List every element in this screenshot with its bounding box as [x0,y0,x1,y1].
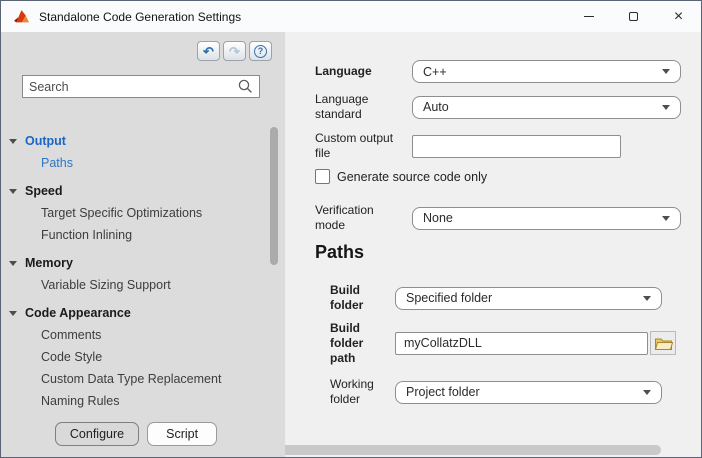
window-title: Standalone Code Generation Settings [39,10,566,24]
chevron-down-icon [662,216,670,221]
working-folder-value: Project folder [406,385,643,399]
settings-sidebar: ↶ ↷ ? Outp [1,32,285,457]
language-standard-value: Auto [423,100,662,114]
tree-item-label: Custom Data Type Replacement [41,372,221,386]
language-standard-label: Language standard [315,92,412,122]
tree-section-speed: Speed Target Specific Optimizations Func… [1,180,271,246]
generate-source-checkbox[interactable] [315,169,330,184]
titlebar: Standalone Code Generation Settings × [1,1,701,32]
working-folder-row: Working folder Project folder [285,377,701,407]
language-dropdown[interactable]: C++ [412,60,681,83]
verification-mode-value: None [423,211,662,225]
tree-item-custom-data-type-replacement[interactable]: Custom Data Type Replacement [1,368,271,390]
tree-category-label: Memory [25,256,73,270]
build-folder-path-input[interactable] [395,332,648,355]
language-standard-row: Language standard Auto [285,92,701,122]
build-folder-value: Specified folder [406,291,643,305]
chevron-down-icon [9,139,17,144]
search-input[interactable] [29,80,238,94]
tree-item-function-inlining[interactable]: Function Inlining [1,224,271,246]
settings-window: Standalone Code Generation Settings × ↶ … [0,0,702,458]
browse-folder-button[interactable] [650,331,676,355]
verification-mode-row: Verification mode None [285,203,701,233]
language-row: Language C++ [285,60,701,83]
tree-item-label: Function Inlining [41,228,132,242]
close-icon: × [674,9,683,25]
tree-section-memory: Memory Variable Sizing Support [1,252,271,296]
chevron-down-icon [662,69,670,74]
help-button[interactable]: ? [249,41,272,61]
window-controls: × [566,1,701,32]
search-box [22,75,260,98]
chevron-down-icon [643,390,651,395]
tree-section-output: Output Paths [1,130,271,174]
chevron-down-icon [9,189,17,194]
tree-item-variable-sizing-support[interactable]: Variable Sizing Support [1,274,271,296]
chevron-down-icon [643,296,651,301]
verification-mode-label: Verification mode [315,203,412,233]
tree-category-label: Code Appearance [25,306,131,320]
custom-output-file-label: Custom output file [315,131,412,161]
tree-category-code-appearance[interactable]: Code Appearance [1,302,271,324]
chevron-down-icon [662,105,670,110]
undo-icon: ↶ [203,45,214,58]
tree-item-paths[interactable]: Paths [1,152,271,174]
tree-category-label: Speed [25,184,63,198]
tree-section-code-appearance: Code Appearance Comments Code Style Cust… [1,302,271,412]
redo-icon: ↷ [229,45,240,58]
help-icon: ? [254,45,267,58]
build-folder-dropdown[interactable]: Specified folder [395,287,662,310]
working-folder-label: Working folder [330,377,395,407]
close-button[interactable]: × [656,1,701,32]
custom-output-file-row: Custom output file [285,131,701,161]
chevron-down-icon [9,261,17,266]
language-value: C++ [423,65,662,79]
settings-panel: Language C++ Language standard Auto Cust… [285,32,701,457]
tree-category-memory[interactable]: Memory [1,252,271,274]
panel-horizontal-scrollbar[interactable] [285,445,661,455]
language-label: Language [315,64,412,79]
tree-item-code-style[interactable]: Code Style [1,346,271,368]
tree-item-label: Paths [41,156,73,170]
custom-output-file-input[interactable] [412,135,621,158]
maximize-icon [629,12,638,21]
tree-item-label: Code Style [41,350,102,364]
build-folder-row: Build folder Specified folder [285,283,701,313]
search-icon [238,79,253,94]
paths-heading: Paths [315,242,364,263]
undo-button[interactable]: ↶ [197,41,220,61]
language-standard-dropdown[interactable]: Auto [412,96,681,119]
tree-item-label: Comments [41,328,101,342]
generate-source-label: Generate source code only [337,170,487,184]
tree-category-speed[interactable]: Speed [1,180,271,202]
tree-item-label: Naming Rules [41,394,120,408]
tree-item-target-specific-optimizations[interactable]: Target Specific Optimizations [1,202,271,224]
tree-category-label: Output [25,134,66,148]
generate-source-row: Generate source code only [285,169,701,184]
configure-button[interactable]: Configure [55,422,139,446]
tree-item-label: Variable Sizing Support [41,278,171,292]
build-folder-path-label: Build folder path [330,321,395,366]
folder-icon [654,336,673,351]
script-button[interactable]: Script [147,422,217,446]
build-folder-path-row: Build folder path [285,317,701,369]
minimize-button[interactable] [566,1,611,32]
maximize-button[interactable] [611,1,656,32]
working-folder-dropdown[interactable]: Project folder [395,381,662,404]
redo-button[interactable]: ↷ [223,41,246,61]
minimize-icon [584,16,594,17]
build-folder-label: Build folder [330,283,395,313]
tree-item-label: Target Specific Optimizations [41,206,202,220]
tree-item-comments[interactable]: Comments [1,324,271,346]
sidebar-footer: Configure Script [1,422,271,446]
verification-mode-dropdown[interactable]: None [412,207,681,230]
matlab-logo-icon [13,8,30,25]
settings-tree: Output Paths Speed Target Specific Optim… [1,130,271,418]
sidebar-vertical-scrollbar[interactable] [270,127,278,265]
sidebar-toolbar: ↶ ↷ ? [197,41,272,61]
tree-category-output[interactable]: Output [1,130,271,152]
tree-item-naming-rules[interactable]: Naming Rules [1,390,271,412]
chevron-down-icon [9,311,17,316]
